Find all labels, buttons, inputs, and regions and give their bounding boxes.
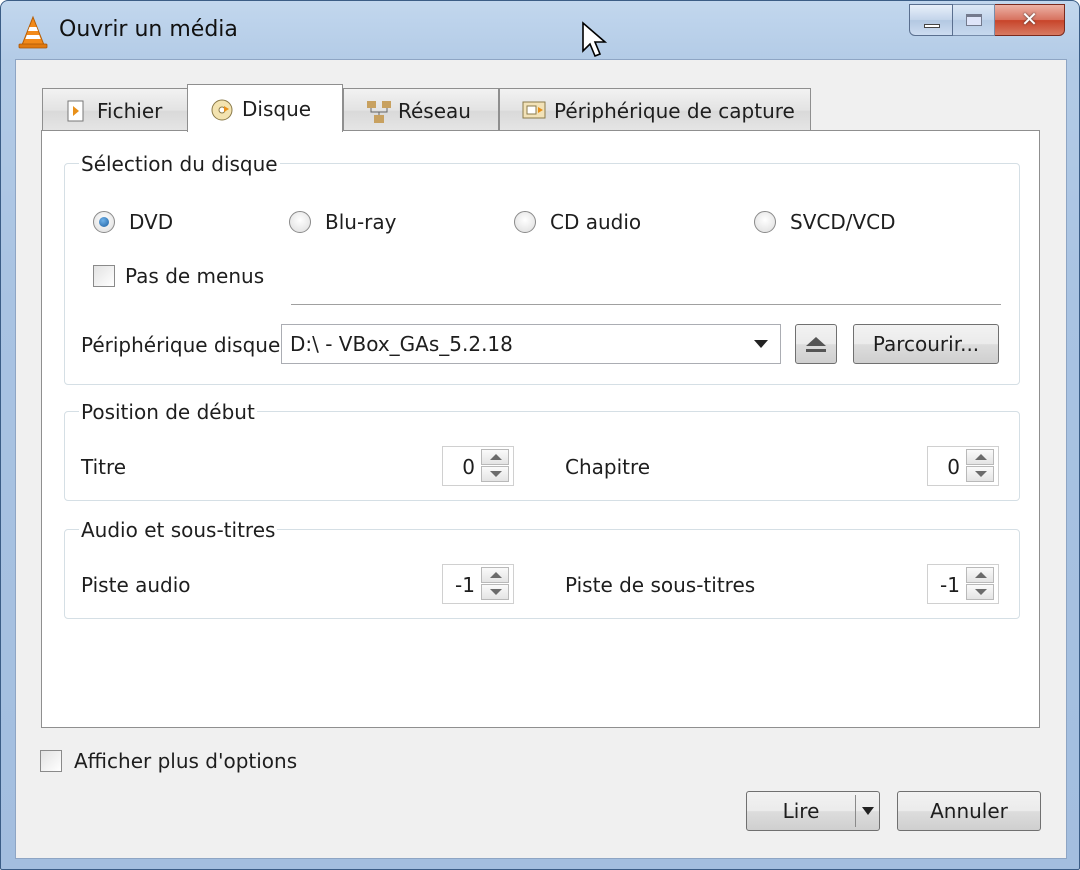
chapter-increment-button[interactable] — [966, 449, 994, 465]
no-menus-check-indicator — [93, 265, 115, 287]
tab-panel-disque: Sélection du disque DVD Blu-ray CD audio… — [41, 130, 1040, 728]
audio-track-increment-button[interactable] — [481, 567, 509, 583]
title-increment-button[interactable] — [481, 449, 509, 465]
disc-device-label: Périphérique disque — [81, 333, 281, 357]
audio-subtitles-title: Audio et sous-titres — [79, 518, 278, 542]
minimize-button[interactable] — [909, 4, 953, 36]
subtitle-track-label: Piste de sous-titres — [565, 573, 756, 597]
radio-svcd-vcd-label: SVCD/VCD — [790, 210, 896, 234]
browse-button-label: Parcourir... — [872, 332, 980, 356]
more-options-checkbox[interactable]: Afficher plus d'options — [40, 749, 297, 773]
title-spinbox[interactable]: 0 — [442, 446, 514, 486]
subtitle-track-decrement-button[interactable] — [966, 584, 994, 600]
tab-reseau-label: Réseau — [398, 98, 471, 123]
audio-track-spinbox[interactable]: -1 — [442, 564, 514, 604]
cancel-button[interactable]: Annuler — [897, 791, 1041, 831]
play-split-button[interactable]: Lire — [746, 791, 880, 831]
window-controls: ✕ — [909, 4, 1065, 38]
start-position-title: Position de début — [79, 400, 257, 424]
more-options-check-indicator — [40, 750, 62, 772]
chapter-spinbox[interactable]: 0 — [927, 446, 999, 486]
more-options-label: Afficher plus d'options — [74, 749, 298, 773]
play-button-label: Lire — [782, 799, 820, 823]
window-title: Ouvrir un média — [59, 17, 238, 42]
dialog-window: Ouvrir un média ✕ Fichier Disque Réseau … — [0, 0, 1080, 870]
start-position-group: Position de début Titre 0 Chapitre 0 — [64, 400, 1020, 501]
tab-peripherique-capture[interactable]: Périphérique de capture — [499, 88, 811, 132]
title-bar[interactable]: Ouvrir un média ✕ — [1, 1, 1079, 59]
chapter-label: Chapitre — [565, 455, 651, 479]
disc-selection-title: Sélection du disque — [79, 152, 280, 176]
play-dropdown-chevron-icon[interactable] — [862, 807, 874, 815]
audio-subtitles-group: Audio et sous-titres Piste audio -1 Pist… — [64, 518, 1020, 619]
radio-cd-audio[interactable]: CD audio — [514, 210, 641, 234]
maximize-icon — [966, 14, 982, 26]
disc-selection-group: Sélection du disque DVD Blu-ray CD audio… — [64, 152, 1020, 385]
disc-device-combobox[interactable]: D:\ - VBox_GAs_5.2.18 — [281, 324, 781, 364]
title-value: 0 — [462, 455, 475, 479]
tab-disque[interactable]: Disque — [187, 84, 343, 132]
separator-line — [291, 304, 1001, 305]
audio-track-value: -1 — [455, 573, 475, 597]
vlc-cone-icon — [18, 15, 48, 49]
close-icon: ✕ — [1021, 7, 1038, 31]
no-menus-checkbox[interactable]: Pas de menus — [93, 264, 264, 288]
file-play-icon — [65, 100, 87, 122]
radio-svcd-vcd-indicator — [754, 211, 776, 233]
chevron-down-icon — [754, 340, 768, 348]
radio-cd-audio-label: CD audio — [550, 210, 642, 234]
tab-reseau[interactable]: Réseau — [343, 88, 499, 132]
chapter-decrement-button[interactable] — [966, 466, 994, 482]
radio-svcd-vcd[interactable]: SVCD/VCD — [754, 210, 896, 234]
radio-dvd[interactable]: DVD — [93, 210, 173, 234]
radio-cd-audio-indicator — [514, 211, 536, 233]
disc-icon — [210, 98, 233, 120]
subtitle-track-value: -1 — [940, 573, 960, 597]
audio-track-label: Piste audio — [81, 573, 191, 597]
tab-peripherique-capture-label: Périphérique de capture — [554, 98, 795, 123]
maximize-button[interactable] — [953, 4, 995, 36]
radio-dvd-label: DVD — [129, 210, 174, 234]
capture-device-icon — [522, 100, 546, 122]
close-button[interactable]: ✕ — [995, 4, 1065, 36]
eject-button[interactable] — [795, 324, 837, 364]
browse-button[interactable]: Parcourir... — [853, 324, 999, 364]
radio-bluray-label: Blu-ray — [325, 210, 397, 234]
title-decrement-button[interactable] — [481, 466, 509, 482]
minimize-icon — [924, 24, 940, 28]
no-menus-label: Pas de menus — [125, 264, 265, 288]
mouse-cursor-icon — [582, 21, 607, 58]
network-icon — [366, 100, 391, 123]
dialog-body: Fichier Disque Réseau Périphérique de ca… — [15, 59, 1067, 859]
radio-dvd-indicator — [93, 211, 115, 233]
eject-icon — [806, 336, 826, 346]
disc-device-value: D:\ - VBox_GAs_5.2.18 — [290, 332, 513, 356]
radio-bluray[interactable]: Blu-ray — [289, 210, 396, 234]
radio-bluray-indicator — [289, 211, 311, 233]
subtitle-track-increment-button[interactable] — [966, 567, 994, 583]
audio-track-decrement-button[interactable] — [481, 584, 509, 600]
subtitle-track-spinbox[interactable]: -1 — [927, 564, 999, 604]
tab-fichier[interactable]: Fichier — [42, 88, 188, 132]
tab-disque-label: Disque — [242, 96, 312, 121]
cancel-button-label: Annuler — [930, 799, 1008, 823]
chapter-value: 0 — [947, 455, 960, 479]
title-label: Titre — [81, 455, 127, 479]
tab-fichier-label: Fichier — [97, 98, 163, 123]
